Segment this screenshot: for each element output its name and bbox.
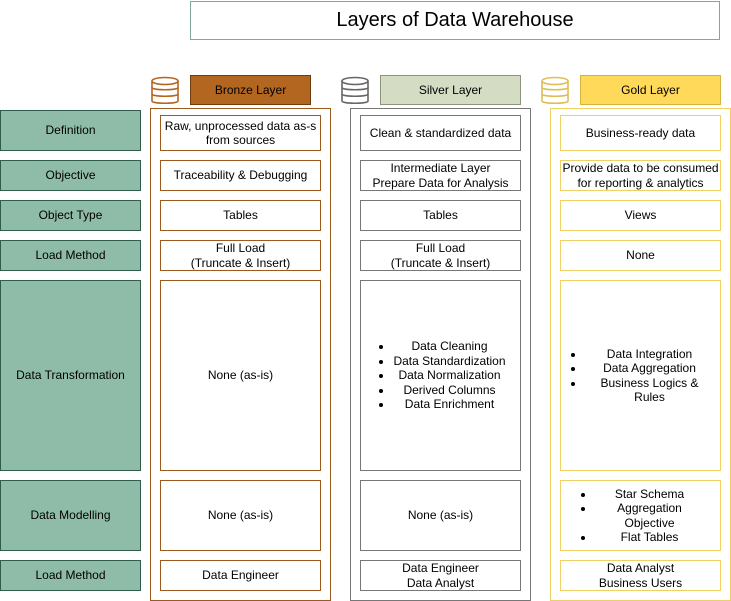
gold-objective-cell: Provide data to be consumed for reporting… [560, 160, 721, 191]
silver-audience-cell: Data Engineer Data Analyst [360, 560, 521, 591]
list-item: Data Integration [585, 347, 715, 362]
gold-transformation-cell: Data Integration Data Aggregation Busine… [560, 280, 721, 471]
gold-transformation-list: Data Integration Data Aggregation Busine… [567, 347, 715, 405]
row-label-data-modelling: Data Modelling [0, 480, 141, 551]
row-label-target-audience: Load Method [0, 560, 141, 591]
list-item: Star Schema [595, 487, 705, 502]
gold-definition-cell: Business-ready data [560, 115, 721, 151]
bronze-database-icon [151, 76, 179, 105]
list-item: Data Standardization [393, 354, 505, 369]
silver-database-icon [341, 76, 369, 105]
gold-modelling-list: Star Schema Aggregation Objective Flat T… [577, 487, 705, 545]
list-item: Data Aggregation [585, 361, 715, 376]
list-item: Data Cleaning [393, 339, 505, 354]
bronze-transformation-cell: None (as-is) [160, 280, 321, 471]
list-item: Flat Tables [595, 530, 705, 545]
silver-definition-cell: Clean & standardized data [360, 115, 521, 151]
bronze-objective-cell: Traceability & Debugging [160, 160, 321, 191]
bronze-modelling-cell: None (as-is) [160, 480, 321, 551]
list-item: Business Logics & Rules [585, 376, 715, 405]
bronze-object-type-cell: Tables [160, 200, 321, 231]
bronze-definition-cell: Raw, unprocessed data as-s from sources [160, 115, 321, 151]
bronze-audience-cell: Data Engineer [160, 560, 321, 591]
diagram-title: Layers of Data Warehouse [190, 1, 720, 40]
row-label-data-transformation: Data Transformation [0, 280, 141, 471]
row-label-objective: Objective [0, 160, 141, 191]
silver-load-method-cell: Full Load (Truncate & Insert) [360, 240, 521, 271]
silver-transformation-cell: Data Cleaning Data Standardization Data … [360, 280, 521, 471]
gold-modelling-cell: Star Schema Aggregation Objective Flat T… [560, 480, 721, 551]
list-item: Data Enrichment [393, 397, 505, 412]
gold-object-type-cell: Views [560, 200, 721, 231]
row-label-object-type: Object Type [0, 200, 141, 231]
gold-layer-header: Gold Layer [580, 75, 721, 105]
bronze-load-method-cell: Full Load (Truncate & Insert) [160, 240, 321, 271]
list-item: Derived Columns [393, 383, 505, 398]
bronze-layer-header: Bronze Layer [190, 75, 311, 105]
row-label-load-method: Load Method [0, 240, 141, 271]
gold-database-icon [541, 76, 569, 105]
silver-transformation-list: Data Cleaning Data Standardization Data … [375, 339, 505, 412]
gold-audience-cell: Data Analyst Business Users [560, 560, 721, 591]
row-label-definition: Definition [0, 110, 141, 151]
silver-object-type-cell: Tables [360, 200, 521, 231]
gold-load-method-cell: None [560, 240, 721, 271]
list-item: Data Normalization [393, 368, 505, 383]
list-item: Aggregation Objective [595, 501, 705, 530]
silver-modelling-cell: None (as-is) [360, 480, 521, 551]
silver-layer-header: Silver Layer [380, 75, 521, 105]
silver-objective-cell: Intermediate Layer Prepare Data for Analy… [360, 160, 521, 191]
